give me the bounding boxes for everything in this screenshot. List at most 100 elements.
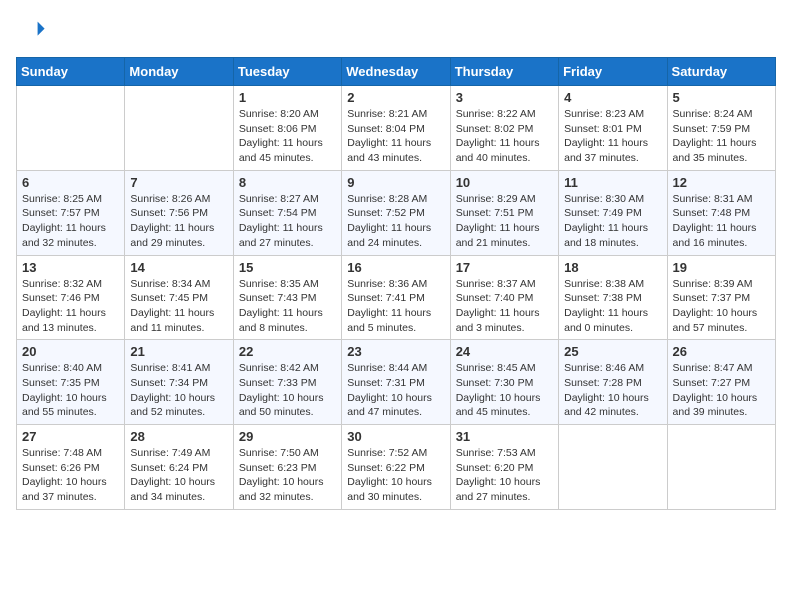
day-info: Sunrise: 8:20 AMSunset: 8:06 PMDaylight:… xyxy=(239,107,336,166)
day-cell: 8Sunrise: 8:27 AMSunset: 7:54 PMDaylight… xyxy=(233,170,341,255)
day-number: 24 xyxy=(456,344,553,359)
day-info: Sunrise: 8:35 AMSunset: 7:43 PMDaylight:… xyxy=(239,277,336,336)
day-info: Sunrise: 8:31 AMSunset: 7:48 PMDaylight:… xyxy=(673,192,770,251)
day-info: Sunrise: 8:34 AMSunset: 7:45 PMDaylight:… xyxy=(130,277,227,336)
logo-icon xyxy=(18,16,46,44)
week-row-3: 13Sunrise: 8:32 AMSunset: 7:46 PMDayligh… xyxy=(17,255,776,340)
logo xyxy=(16,16,46,49)
day-number: 11 xyxy=(564,175,661,190)
day-cell: 3 Sunrise: 8:22 AMSunset: 8:02 PMDaylight… xyxy=(450,86,558,171)
day-cell: 4 Sunrise: 8:23 AMSunset: 8:01 PMDaylight… xyxy=(559,86,667,171)
day-cell: 1Sunrise: 8:20 AMSunset: 8:06 PMDaylight… xyxy=(233,86,341,171)
day-cell: 17 Sunrise: 8:37 AMSunset: 7:40 PMDayligh… xyxy=(450,255,558,340)
weekday-header-tuesday: Tuesday xyxy=(233,58,341,86)
weekday-header-wednesday: Wednesday xyxy=(342,58,450,86)
day-cell: 13Sunrise: 8:32 AMSunset: 7:46 PMDayligh… xyxy=(17,255,125,340)
day-info: Sunrise: 8:42 AMSunset: 7:33 PMDaylight:… xyxy=(239,361,336,420)
calendar-body: 1Sunrise: 8:20 AMSunset: 8:06 PMDaylight… xyxy=(17,86,776,510)
weekday-header-sunday: Sunday xyxy=(17,58,125,86)
weekday-row: SundayMondayTuesdayWednesdayThursdayFrid… xyxy=(17,58,776,86)
day-number: 26 xyxy=(673,344,770,359)
day-info: Sunrise: 8:45 AMSunset: 7:30 PMDaylight:… xyxy=(456,361,553,420)
day-info: Sunrise: 8:39 AMSunset: 7:37 PMDaylight:… xyxy=(673,277,770,336)
page-header xyxy=(16,16,776,49)
day-number: 4 xyxy=(564,90,661,105)
week-row-4: 20Sunrise: 8:40 AMSunset: 7:35 PMDayligh… xyxy=(17,340,776,425)
day-cell: 15 Sunrise: 8:35 AMSunset: 7:43 PMDayligh… xyxy=(233,255,341,340)
day-info: Sunrise: 8:24 AMSunset: 7:59 PMDaylight:… xyxy=(673,107,770,166)
day-number: 6 xyxy=(22,175,119,190)
day-info: Sunrise: 7:48 AMSunset: 6:26 PMDaylight:… xyxy=(22,446,119,505)
day-cell: 24 Sunrise: 8:45 AMSunset: 7:30 PMDayligh… xyxy=(450,340,558,425)
day-cell: 28Sunrise: 7:49 AMSunset: 6:24 PMDayligh… xyxy=(125,425,233,510)
day-info: Sunrise: 8:30 AMSunset: 7:49 PMDaylight:… xyxy=(564,192,661,251)
day-number: 2 xyxy=(347,90,444,105)
day-number: 13 xyxy=(22,260,119,275)
day-cell: 31 Sunrise: 7:53 AMSunset: 6:20 PMDayligh… xyxy=(450,425,558,510)
day-cell xyxy=(667,425,775,510)
day-number: 10 xyxy=(456,175,553,190)
day-cell: 9 Sunrise: 8:28 AMSunset: 7:52 PMDaylight… xyxy=(342,170,450,255)
day-number: 27 xyxy=(22,429,119,444)
day-cell: 26 Sunrise: 8:47 AMSunset: 7:27 PMDayligh… xyxy=(667,340,775,425)
day-cell xyxy=(17,86,125,171)
day-number: 5 xyxy=(673,90,770,105)
weekday-header-friday: Friday xyxy=(559,58,667,86)
day-cell xyxy=(125,86,233,171)
weekday-header-monday: Monday xyxy=(125,58,233,86)
day-cell: 16 Sunrise: 8:36 AMSunset: 7:41 PMDayligh… xyxy=(342,255,450,340)
day-number: 14 xyxy=(130,260,227,275)
day-number: 21 xyxy=(130,344,227,359)
week-row-2: 6 Sunrise: 8:25 AMSunset: 7:57 PMDaylight… xyxy=(17,170,776,255)
day-info: Sunrise: 8:26 AMSunset: 7:56 PMDaylight:… xyxy=(130,192,227,251)
day-number: 29 xyxy=(239,429,336,444)
day-info: Sunrise: 8:23 AMSunset: 8:01 PMDaylight:… xyxy=(564,107,661,166)
day-number: 25 xyxy=(564,344,661,359)
day-cell xyxy=(559,425,667,510)
day-cell: 23 Sunrise: 8:44 AMSunset: 7:31 PMDayligh… xyxy=(342,340,450,425)
day-number: 15 xyxy=(239,260,336,275)
day-cell: 22 Sunrise: 8:42 AMSunset: 7:33 PMDayligh… xyxy=(233,340,341,425)
day-cell: 6 Sunrise: 8:25 AMSunset: 7:57 PMDaylight… xyxy=(17,170,125,255)
day-cell: 11 Sunrise: 8:30 AMSunset: 7:49 PMDayligh… xyxy=(559,170,667,255)
day-number: 28 xyxy=(130,429,227,444)
day-number: 30 xyxy=(347,429,444,444)
day-cell: 7Sunrise: 8:26 AMSunset: 7:56 PMDaylight… xyxy=(125,170,233,255)
day-number: 3 xyxy=(456,90,553,105)
day-info: Sunrise: 7:52 AMSunset: 6:22 PMDaylight:… xyxy=(347,446,444,505)
day-info: Sunrise: 8:44 AMSunset: 7:31 PMDaylight:… xyxy=(347,361,444,420)
day-cell: 12 Sunrise: 8:31 AMSunset: 7:48 PMDayligh… xyxy=(667,170,775,255)
day-number: 20 xyxy=(22,344,119,359)
day-info: Sunrise: 8:38 AMSunset: 7:38 PMDaylight:… xyxy=(564,277,661,336)
day-info: Sunrise: 8:36 AMSunset: 7:41 PMDaylight:… xyxy=(347,277,444,336)
week-row-1: 1Sunrise: 8:20 AMSunset: 8:06 PMDaylight… xyxy=(17,86,776,171)
day-cell: 30 Sunrise: 7:52 AMSunset: 6:22 PMDayligh… xyxy=(342,425,450,510)
day-number: 16 xyxy=(347,260,444,275)
day-info: Sunrise: 8:37 AMSunset: 7:40 PMDaylight:… xyxy=(456,277,553,336)
day-info: Sunrise: 8:21 AMSunset: 8:04 PMDaylight:… xyxy=(347,107,444,166)
day-info: Sunrise: 8:47 AMSunset: 7:27 PMDaylight:… xyxy=(673,361,770,420)
weekday-header-thursday: Thursday xyxy=(450,58,558,86)
day-cell: 20Sunrise: 8:40 AMSunset: 7:35 PMDayligh… xyxy=(17,340,125,425)
day-cell: 2 Sunrise: 8:21 AMSunset: 8:04 PMDaylight… xyxy=(342,86,450,171)
day-number: 9 xyxy=(347,175,444,190)
day-info: Sunrise: 8:22 AMSunset: 8:02 PMDaylight:… xyxy=(456,107,553,166)
day-info: Sunrise: 8:25 AMSunset: 7:57 PMDaylight:… xyxy=(22,192,119,251)
calendar: SundayMondayTuesdayWednesdayThursdayFrid… xyxy=(16,57,776,510)
day-cell: 29Sunrise: 7:50 AMSunset: 6:23 PMDayligh… xyxy=(233,425,341,510)
day-info: Sunrise: 7:53 AMSunset: 6:20 PMDaylight:… xyxy=(456,446,553,505)
day-number: 12 xyxy=(673,175,770,190)
weekday-header-saturday: Saturday xyxy=(667,58,775,86)
day-number: 23 xyxy=(347,344,444,359)
day-cell: 10Sunrise: 8:29 AMSunset: 7:51 PMDayligh… xyxy=(450,170,558,255)
day-number: 8 xyxy=(239,175,336,190)
day-info: Sunrise: 8:46 AMSunset: 7:28 PMDaylight:… xyxy=(564,361,661,420)
day-number: 17 xyxy=(456,260,553,275)
calendar-header: SundayMondayTuesdayWednesdayThursdayFrid… xyxy=(17,58,776,86)
day-cell: 21 Sunrise: 8:41 AMSunset: 7:34 PMDayligh… xyxy=(125,340,233,425)
day-info: Sunrise: 8:28 AMSunset: 7:52 PMDaylight:… xyxy=(347,192,444,251)
day-number: 31 xyxy=(456,429,553,444)
day-info: Sunrise: 8:41 AMSunset: 7:34 PMDaylight:… xyxy=(130,361,227,420)
day-number: 22 xyxy=(239,344,336,359)
day-cell: 14 Sunrise: 8:34 AMSunset: 7:45 PMDayligh… xyxy=(125,255,233,340)
